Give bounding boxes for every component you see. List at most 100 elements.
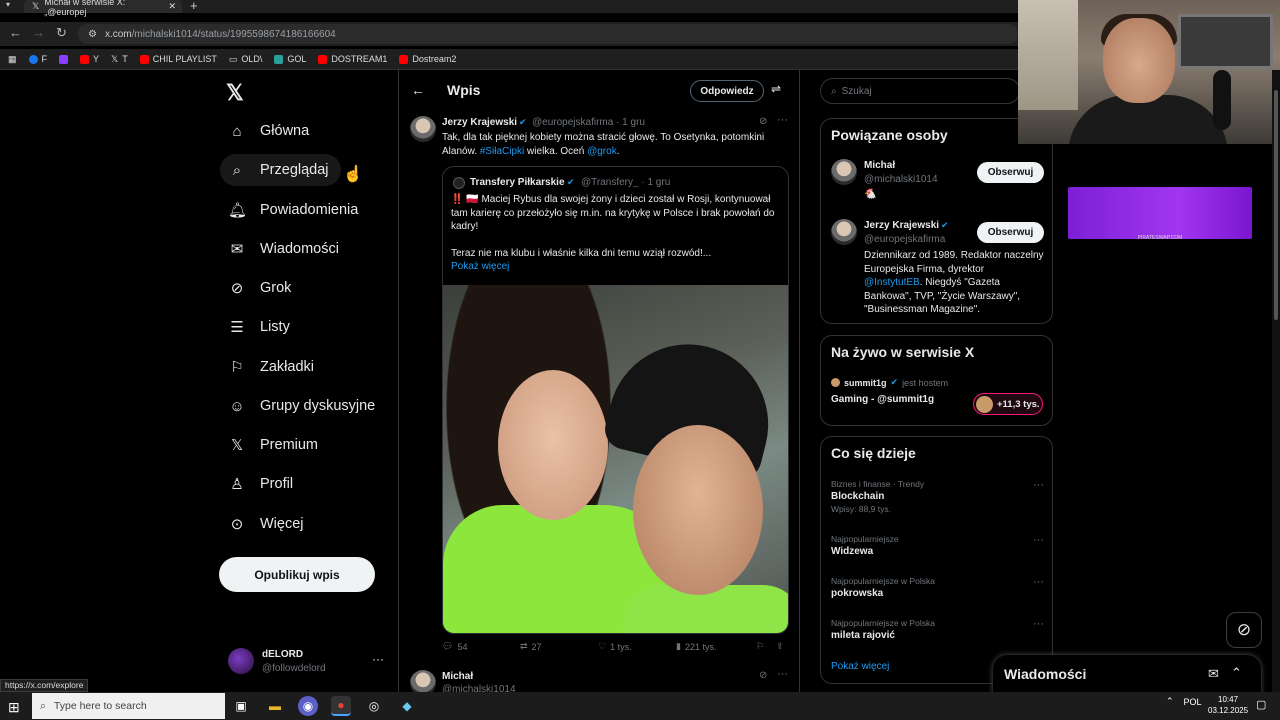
trend-item[interactable]: Biznes i finanse · Trendy Blockchain Wpi… bbox=[831, 479, 1046, 514]
grok-explain-icon[interactable]: ⊘ bbox=[759, 116, 767, 127]
apps-grid-icon[interactable]: ▦ bbox=[8, 54, 17, 65]
reply-button[interactable]: Odpowiedz bbox=[690, 80, 764, 102]
bookmark-t[interactable]: 𝕏T bbox=[111, 54, 128, 65]
scrollbar-thumb[interactable] bbox=[1274, 90, 1278, 320]
system-tray[interactable]: ⌃ POL bbox=[1166, 696, 1202, 707]
avatar[interactable] bbox=[831, 159, 857, 185]
windows-start-icon[interactable]: ⊞ bbox=[8, 699, 20, 716]
follow-button[interactable]: Obserwuj bbox=[977, 162, 1044, 183]
reply-author-name[interactable]: Michał bbox=[442, 671, 473, 682]
tweet-avatar[interactable] bbox=[410, 116, 436, 142]
back-icon[interactable]: ← bbox=[9, 25, 22, 40]
post-button[interactable]: Opublikuj wpis bbox=[219, 557, 375, 592]
forward-icon[interactable]: → bbox=[32, 25, 45, 40]
person-name[interactable]: Michał bbox=[864, 160, 895, 171]
tweet-author-name[interactable]: Jerzy Krajewski bbox=[442, 117, 517, 128]
taskbar-search-input[interactable]: ⌕ Type here to search bbox=[32, 693, 225, 719]
bookmark-y[interactable]: Y bbox=[80, 54, 99, 64]
reply-avatar[interactable] bbox=[410, 670, 436, 692]
back-arrow-icon[interactable]: ← bbox=[411, 82, 425, 98]
bookmark-folder-old[interactable]: ▭ OLD\ bbox=[229, 54, 263, 65]
app-icon[interactable]: ◆ bbox=[397, 696, 417, 716]
live-viewers-badge[interactable]: +11,3 tys. bbox=[973, 393, 1043, 415]
reply-author-handle[interactable]: @michalski1014 bbox=[442, 684, 516, 692]
nav-item-home[interactable]: ⌂ Główna bbox=[220, 115, 321, 147]
like-action[interactable]: ♡ 1 tys. bbox=[598, 641, 632, 652]
views-action[interactable]: ▮ 221 tys. bbox=[676, 641, 716, 652]
bookmark-dostream1[interactable]: DOSTREAM1 bbox=[318, 54, 387, 64]
filter-settings-icon[interactable]: ⇌ bbox=[771, 82, 781, 96]
messages-dock[interactable]: Wiadomości ✉ ⌃ bbox=[993, 655, 1261, 695]
bookmark-action[interactable]: ⚐ bbox=[756, 641, 764, 652]
bookmark-f[interactable]: F bbox=[28, 54, 47, 64]
trend-item[interactable]: Najpopularniejsze w Polska pokrowska ··· bbox=[831, 576, 1046, 606]
tab-search-icon[interactable]: ▾ bbox=[6, 0, 10, 9]
close-tab-icon[interactable]: ✕ bbox=[168, 1, 176, 12]
more-options-icon[interactable]: ··· bbox=[1033, 479, 1044, 491]
x-logo-icon[interactable]: 𝕏 bbox=[226, 80, 244, 106]
youtube-icon bbox=[139, 54, 149, 64]
search-input[interactable]: ⌕ Szukaj bbox=[820, 78, 1020, 104]
tweet-actions: 💬︎ 54 ⇄ 27 ♡ 1 tys. ▮ 221 tys. ⚐ ⇪ bbox=[442, 641, 792, 655]
reload-icon[interactable]: ↻ bbox=[56, 25, 67, 41]
grok-floating-icon[interactable]: ⊘ bbox=[1226, 612, 1262, 648]
person-handle[interactable]: @michalski1014 bbox=[864, 174, 938, 185]
clock[interactable]: 10:47 03.12.2025 bbox=[1208, 694, 1248, 716]
task-view-icon[interactable]: ▣ bbox=[231, 696, 251, 716]
discord-icon[interactable]: ◉ bbox=[298, 696, 318, 716]
show-more-link[interactable]: Pokaż więcej bbox=[831, 661, 889, 672]
obs-icon[interactable]: ◎ bbox=[364, 696, 384, 716]
tweet-photo[interactable] bbox=[443, 285, 788, 633]
nav-item-premium[interactable]: 𝕏 Premium bbox=[220, 429, 330, 461]
trend-item[interactable]: Najpopularniejsze w Polska mileta rajovi… bbox=[831, 618, 1046, 648]
tweet-more-icon[interactable]: ··· bbox=[777, 114, 788, 126]
person-name[interactable]: Jerzy Krajewski bbox=[864, 220, 939, 231]
language-indicator[interactable]: POL bbox=[1184, 697, 1202, 707]
more-options-icon[interactable]: ··· bbox=[1033, 534, 1044, 546]
mention-link[interactable]: @grok bbox=[587, 146, 617, 157]
nav-item-communities[interactable]: ☺ Grupy dyskusyjne bbox=[220, 390, 387, 422]
grok-explain-icon[interactable]: ⊘ bbox=[759, 670, 767, 681]
repost-action[interactable]: ⇄ 27 bbox=[520, 641, 542, 652]
hashtag-link[interactable]: #SiłaCipki bbox=[480, 146, 524, 157]
follow-button[interactable]: Obserwuj bbox=[977, 222, 1044, 243]
reply-action[interactable]: 💬︎ 54 bbox=[442, 641, 467, 652]
notification-icon[interactable]: ▢ bbox=[1256, 698, 1266, 711]
nav-item-profile[interactable]: ♙ Profil bbox=[220, 468, 305, 500]
share-action[interactable]: ⇪ bbox=[776, 641, 784, 652]
chevron-up-icon[interactable]: ⌃ bbox=[1166, 696, 1174, 707]
more-options-icon[interactable]: ··· bbox=[1033, 618, 1044, 630]
chrome-icon[interactable]: ● bbox=[331, 696, 351, 716]
new-message-icon[interactable]: ✉ bbox=[1208, 666, 1219, 682]
more-options-icon[interactable]: ··· bbox=[372, 652, 384, 666]
more-options-icon[interactable]: ··· bbox=[1033, 576, 1044, 588]
trend-item[interactable]: Najpopularniejsze Widzewa ··· bbox=[831, 534, 1046, 564]
new-tab-button[interactable]: + bbox=[190, 0, 198, 12]
bookmark-twitch[interactable] bbox=[59, 54, 69, 64]
mention-link[interactable]: @InstytutEB bbox=[864, 277, 920, 288]
file-explorer-icon[interactable]: ▬ bbox=[265, 696, 285, 716]
bookmark-chil-playlist[interactable]: CHIL PLAYLIST bbox=[139, 54, 217, 64]
search-icon: ⌕ bbox=[232, 161, 242, 179]
tweet-author-handle[interactable]: @europejskafirma · 1 gru bbox=[532, 117, 645, 128]
nav-item-more[interactable]: ⊙ Więcej bbox=[220, 508, 316, 540]
site-info-icon[interactable]: ⚙ bbox=[88, 29, 97, 40]
browser-tab[interactable]: 𝕏 Michał w serwisie X: „@europej ✕ bbox=[24, 0, 182, 17]
nav-item-messages[interactable]: ✉ Wiadomości bbox=[220, 233, 351, 265]
person-handle[interactable]: @europejskafirma bbox=[864, 234, 945, 245]
expand-icon[interactable]: ⌃ bbox=[1231, 665, 1242, 681]
bookmark-dostream2[interactable]: Dostream2 bbox=[399, 54, 456, 64]
avatar[interactable] bbox=[831, 219, 857, 245]
nav-item-explore[interactable]: ⌕ Przeglądaj bbox=[220, 154, 341, 186]
reply-more-icon[interactable]: ··· bbox=[777, 668, 788, 680]
bookmark-gol[interactable]: GOL bbox=[274, 54, 306, 64]
quoted-tweet[interactable]: Transfery Piłkarskie ✔ @Transfery_ · 1 g… bbox=[442, 166, 789, 634]
nav-item-notifications[interactable]: 🔔︎ Powiadomienia bbox=[220, 194, 370, 226]
account-switcher[interactable]: dELORD @followdelord ··· bbox=[228, 648, 388, 678]
nav-item-bookmarks[interactable]: ⚐ Zakładki bbox=[220, 351, 326, 383]
nav-item-lists[interactable]: ☰ Listy bbox=[220, 311, 302, 343]
show-more-link[interactable]: Pokaż więcej bbox=[451, 261, 509, 272]
address-bar[interactable]: ⚙ x.com/michalski1014/status/19955986741… bbox=[78, 24, 1018, 44]
nav-item-grok[interactable]: ⊘ Grok bbox=[220, 272, 303, 304]
live-card[interactable]: Na żywo w serwisie X summit1g ✔ jest hos… bbox=[820, 335, 1053, 426]
